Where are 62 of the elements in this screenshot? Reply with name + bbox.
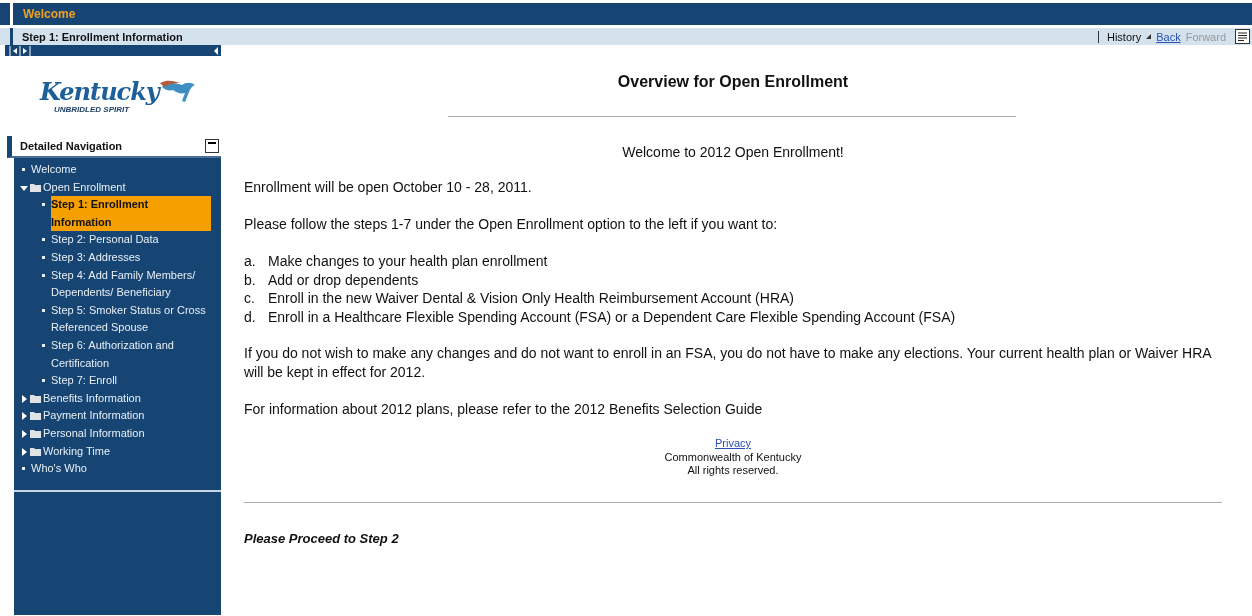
content-title: Overview for Open Enrollment: [616, 73, 850, 91]
dropdown-icon: [1146, 34, 1152, 39]
list-letter: b.: [244, 270, 257, 289]
navigation-title: Detailed Navigation: [20, 140, 123, 152]
page-title: Welcome: [23, 7, 76, 21]
nav-folder[interactable]: Working Time: [43, 442, 111, 461]
folder-icon: [30, 393, 41, 403]
nav-item[interactable]: Step 5: Smoker Status or Cross Referenced Spouse: [51, 301, 211, 337]
nav-folder[interactable]: Benefits Information: [43, 389, 141, 408]
logo-text: Kentucky: [40, 78, 159, 105]
bullet-icon: [42, 308, 45, 312]
privacy-link[interactable]: Privacy: [714, 437, 752, 451]
bullet-icon: [22, 467, 25, 471]
dates-text: Enrollment will be open October 10 - 28, 2011.: [244, 178, 533, 197]
folder-icon: [30, 428, 41, 438]
back-link[interactable]: Back: [1156, 30, 1181, 43]
rights-text: All rights reserved.: [687, 464, 779, 478]
copyright-owner: Commonwealth of Kentucky: [664, 450, 802, 464]
nav-folder[interactable]: Open Enrollment: [43, 178, 126, 197]
list-letter: d.: [244, 307, 257, 326]
nav-item[interactable]: Step 1: Enrollment Information: [51, 196, 211, 232]
caret-right-icon[interactable]: [20, 394, 28, 403]
folder-icon: [30, 182, 41, 192]
menu-icon[interactable]: [1235, 29, 1250, 44]
nav-item[interactable]: Step 7: Enroll: [51, 372, 118, 390]
nav-item[interactable]: Step 2: Personal Data: [51, 231, 159, 249]
bullet-icon: [42, 203, 45, 207]
info-paragraph: If you do not wish to make any changes and do not want to enroll in an FSA, you do not have to make any elections. Your current health plan or Waiver HRA will be kept in effect for 2012.: [244, 344, 1213, 382]
caret-down-icon[interactable]: [20, 183, 28, 192]
folder-icon: [30, 411, 41, 421]
logo-tagline: UNBRIDLED SPIRIT: [54, 104, 130, 114]
proceed-text: Please Proceed to Step 2: [244, 529, 400, 548]
bullet-icon: [42, 273, 45, 277]
option-text: Make changes to your health plan enrollment: [268, 252, 548, 271]
plans-text: For information about 2012 plans, please refer to the 2012 Benefits Selection Guide: [244, 400, 764, 419]
bullet-icon: [22, 168, 25, 171]
nav-item[interactable]: Step 6: Authorization and Certification: [51, 336, 211, 373]
minimize-icon[interactable]: [205, 139, 219, 153]
nav-folder[interactable]: Payment Information: [43, 407, 145, 425]
option-text: Enroll in the new Waiver Dental & Vision Only Health Reimbursement Account (HRA): [268, 289, 794, 308]
list-letter: a.: [244, 252, 257, 271]
bullet-icon: [42, 255, 45, 259]
caret-right-icon[interactable]: [20, 412, 28, 421]
option-text: Add or drop dependents: [268, 270, 419, 289]
caret-right-icon[interactable]: [20, 447, 28, 456]
collapse-arrow-icon[interactable]: [213, 45, 219, 56]
folder-icon: [30, 446, 41, 456]
bullet-icon: [42, 343, 45, 347]
option-text: Enroll in a Healthcare Flexible Spending Account (FSA) or a Dependent Care Flexible Spending Account (FSA): [268, 307, 956, 326]
nav-item[interactable]: Who's Who: [31, 460, 87, 478]
nav-item[interactable]: Step 4: Add Family Members/ Dependents/ Beneficiary: [51, 266, 211, 302]
step-title: Step 1: Enrollment Information: [22, 30, 183, 43]
nav-item[interactable]: Welcome: [31, 161, 77, 179]
bullet-icon: [42, 238, 45, 242]
list-letter: c.: [244, 289, 256, 308]
nav-folder[interactable]: Personal Information: [43, 424, 145, 443]
instructions-text: Please follow the steps 1-7 under the Open Enrollment option to the left if you want to:: [244, 215, 779, 234]
caret-right-icon[interactable]: [20, 429, 28, 438]
bullet-icon: [42, 379, 45, 383]
nav-item[interactable]: Step 3: Addresses: [51, 248, 141, 267]
welcome-text: Welcome to 2012 Open Enrollment!: [621, 143, 845, 162]
history-menu[interactable]: History: [1097, 30, 1142, 43]
